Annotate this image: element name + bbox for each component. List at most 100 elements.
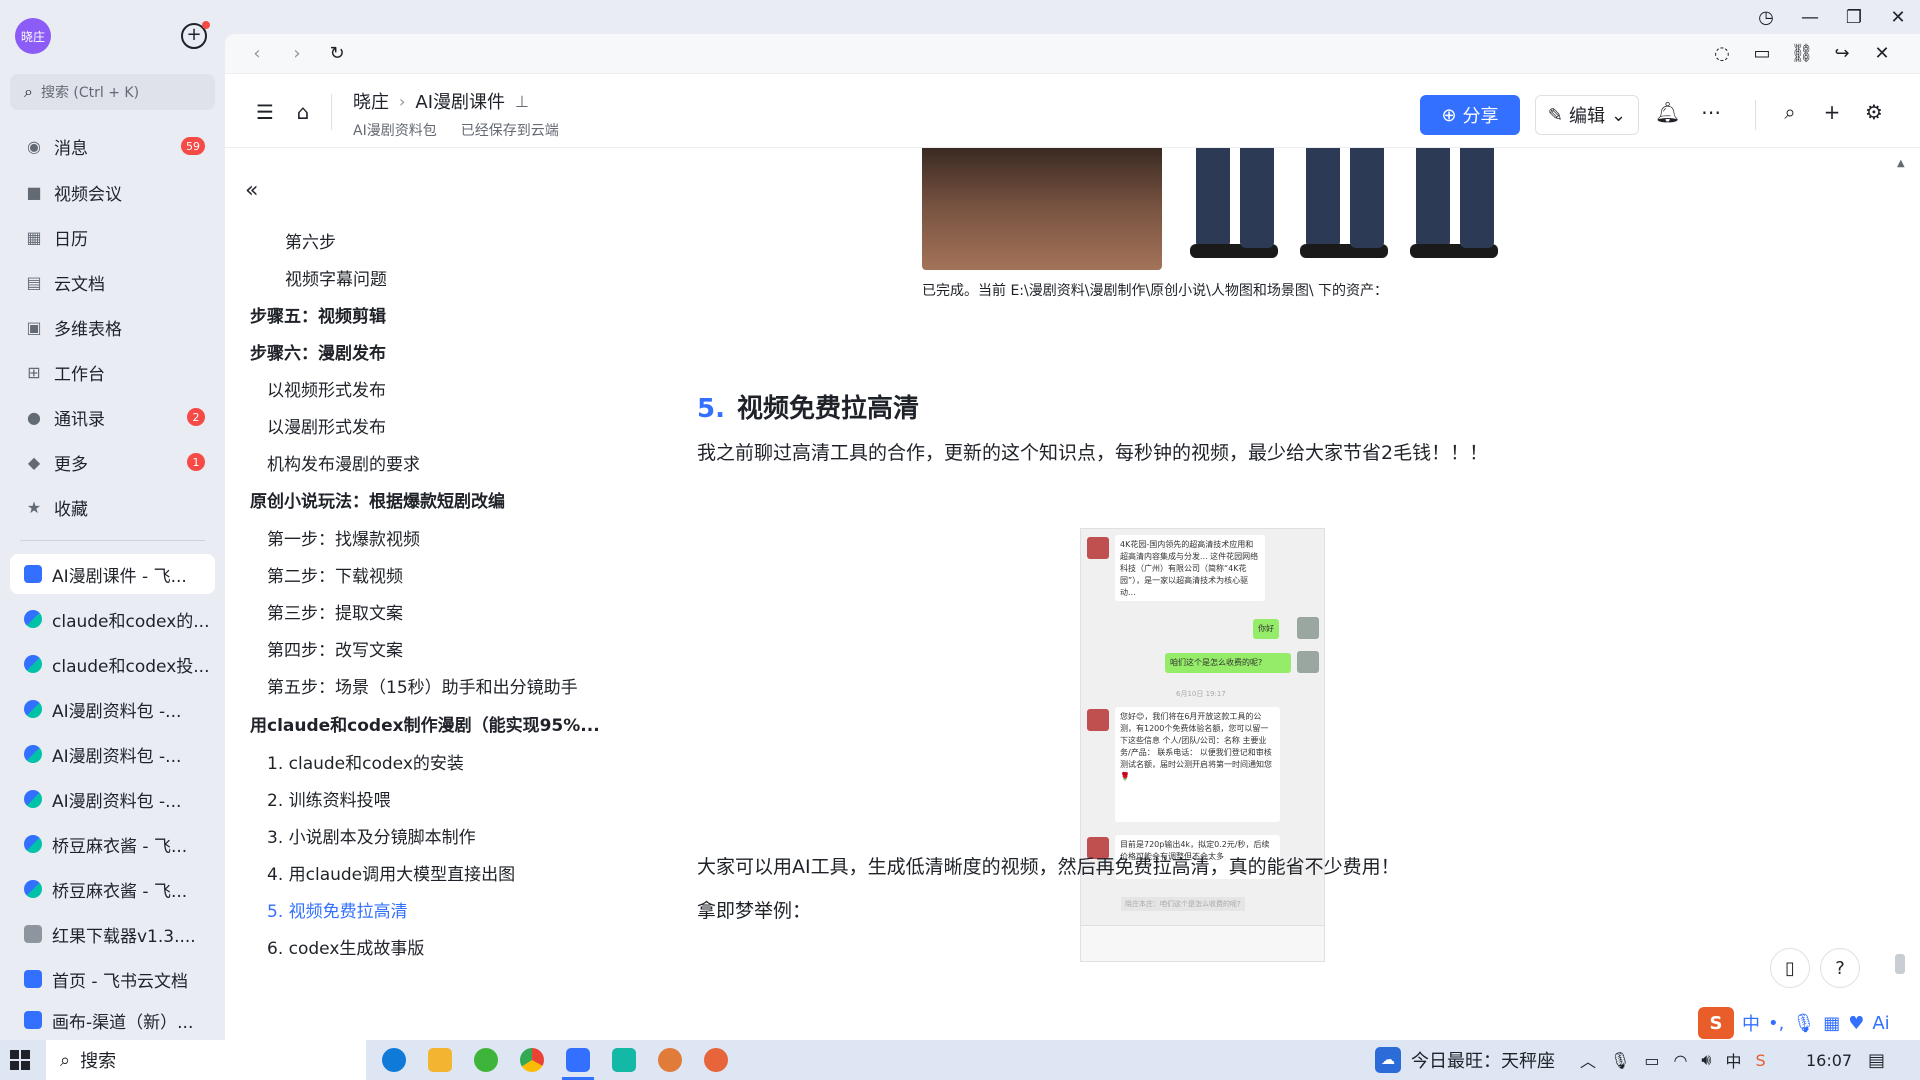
global-search-input[interactable]: ⌕ 搜索 (Ctrl + K) [10, 74, 215, 110]
paragraph[interactable]: 拿即梦举例： [697, 896, 811, 923]
recent-doc-item[interactable]: 首页 - 飞书云文档 [10, 959, 215, 999]
breadcrumb-doc-title[interactable]: AI漫剧课件 [415, 88, 505, 114]
outline-item[interactable]: 视频字幕问题 [285, 265, 387, 290]
input-method-icon[interactable]: 中 [1726, 1048, 1742, 1072]
add-icon[interactable]: + [1820, 100, 1844, 124]
microphone-icon[interactable]: 🎙︎ [1792, 1013, 1815, 1034]
recent-doc-item[interactable]: claude和codex投... [10, 644, 215, 684]
refresh-icon[interactable]: ↻ [325, 42, 349, 66]
recent-doc-item[interactable]: AI漫剧资料包 -... [10, 779, 215, 819]
outline-item[interactable]: 2. 训练资料投喂 [267, 786, 391, 811]
folder-link[interactable]: AI漫剧资料包 [353, 120, 437, 140]
screenshot-image[interactable] [922, 148, 1522, 270]
outline-item[interactable]: 第四步：改写文案 [267, 636, 403, 661]
paragraph[interactable]: 我之前聊过高清工具的合作，更新的这个知识点，每秒钟的视频，最少给大家节省2毛钱！… [697, 438, 1488, 465]
nav-video-meeting[interactable]: ■ 视频会议 [10, 173, 215, 211]
recent-doc-item[interactable]: claude和codex的... [10, 599, 215, 639]
nav-favorites[interactable]: ★ 收藏 [10, 488, 215, 526]
home-icon[interactable]: ⌂ [291, 100, 315, 124]
outline-item[interactable]: 以漫剧形式发布 [267, 413, 386, 438]
recent-doc-item[interactable]: 红果下载器v1.3.... [10, 914, 215, 954]
skin-icon[interactable]: ♥ [1848, 1013, 1864, 1034]
restore-icon[interactable]: ❐ [1832, 0, 1876, 34]
nav-messages[interactable]: ◉ 消息 59 [10, 127, 215, 165]
outline-heading[interactable]: 用claude和codex制作漫剧（能实现95%... [250, 711, 600, 736]
battery-icon[interactable]: ▭ [1644, 1051, 1659, 1070]
bell-icon[interactable]: 🔔︎ [1655, 100, 1680, 124]
nav-more[interactable]: ◆ 更多 1 [10, 443, 215, 481]
edge-browser-icon[interactable] [382, 1048, 406, 1072]
claude-app-icon[interactable] [704, 1048, 728, 1072]
notification-center-icon[interactable]: ▤ [1868, 1050, 1885, 1071]
toggle-outline-icon[interactable]: ☰ [253, 100, 277, 124]
nav-contacts[interactable]: ● 通讯录 2 [10, 398, 215, 436]
ie-browser-icon[interactable] [474, 1048, 498, 1072]
chevron-up-icon[interactable]: ︿ [1580, 1048, 1596, 1072]
ime-language[interactable]: 中 [1742, 1010, 1760, 1036]
outline-heading[interactable]: 步骤五：视频剪辑 [250, 302, 386, 327]
nav-workplace[interactable]: ⊞ 工作台 [10, 353, 215, 391]
back-icon[interactable]: ‹ [245, 42, 269, 66]
nav-calendar[interactable]: ▦ 日历 [10, 218, 215, 256]
close-tab-icon[interactable]: ✕ [1870, 42, 1894, 66]
settings-gear-icon[interactable]: ⚙ [1862, 100, 1886, 124]
edit-mode-button[interactable]: ✎ 编辑 ⌄ [1535, 95, 1639, 135]
search-icon[interactable]: ⌕ [1778, 100, 1802, 124]
scroll-up-arrow-icon[interactable]: ▲ [1897, 158, 1905, 169]
close-icon[interactable]: ✕ [1876, 0, 1920, 34]
taskbar-search[interactable]: ⌕ 搜索 [46, 1040, 366, 1080]
feishu-app-icon[interactable] [562, 1048, 594, 1080]
outline-heading[interactable]: 步骤六：漫剧发布 [250, 339, 386, 364]
recent-doc-item[interactable]: AI漫剧课件 - 飞... [10, 554, 215, 594]
outline-item[interactable]: 6. codex生成故事版 [267, 934, 424, 959]
chat-screenshot-image[interactable]: 4K花园-国内领先的超高清技术应用和超高清内容集成与分发... 这件花园网络科技… [1080, 528, 1325, 962]
forward-icon[interactable]: › [285, 42, 309, 66]
share-button[interactable]: ⊕ 分享 [1420, 95, 1520, 135]
microphone-icon[interactable]: 🎙︎ [1610, 1051, 1630, 1070]
breadcrumb-root[interactable]: 晓庄 [353, 88, 389, 114]
nav-bitable[interactable]: ▣ 多维表格 [10, 308, 215, 346]
outline-item[interactable]: 第六步 [285, 228, 336, 253]
outline-item[interactable]: 以视频形式发布 [267, 376, 386, 401]
app-icon[interactable] [612, 1048, 636, 1072]
file-explorer-icon[interactable] [428, 1048, 452, 1072]
sogou-logo-icon[interactable]: S [1698, 1007, 1734, 1039]
outline-item[interactable]: 1. claude和codex的安装 [267, 749, 464, 774]
window-icon[interactable]: ▭ [1750, 42, 1774, 66]
outline-item[interactable]: 第三步：提取文案 [267, 599, 403, 624]
outline-item[interactable]: 机构发布漫剧的要求 [267, 450, 420, 475]
pin-icon[interactable]: ⊥ [515, 92, 529, 111]
recent-doc-item[interactable]: 画布-渠道（新）... [10, 1002, 215, 1038]
wifi-icon[interactable]: ◠ [1673, 1051, 1687, 1070]
windows-start-icon[interactable] [10, 1050, 30, 1070]
section-heading[interactable]: 5. 视频免费拉高清 [697, 388, 919, 425]
volume-icon[interactable]: 🔊︎ [1701, 1050, 1711, 1070]
outline-item[interactable]: 第二步：下载视频 [267, 562, 403, 587]
minimize-icon[interactable]: — [1788, 0, 1832, 34]
taskbar-widget[interactable]: ☁ 今日最旺：天秤座 [1375, 1040, 1555, 1080]
outline-item-current[interactable]: 5. 视频免费拉高清 [267, 897, 408, 922]
link-icon[interactable]: ⛓ [1790, 42, 1814, 66]
keyboard-icon[interactable]: ▦ [1823, 1013, 1840, 1034]
doc-info-icon[interactable]: ▯ [1770, 948, 1810, 988]
outline-heading[interactable]: 原创小说玩法：根据爆款短剧改编 [250, 487, 505, 512]
clock[interactable]: 16:07 [1806, 1051, 1852, 1070]
recent-doc-item[interactable]: 桥豆麻衣酱 - 飞... [10, 824, 215, 864]
claude-app-icon[interactable] [658, 1048, 682, 1072]
chrome-icon[interactable] [520, 1048, 544, 1072]
forward-share-icon[interactable]: ↪ [1830, 42, 1854, 66]
punctuation-icon[interactable]: •, [1768, 1013, 1784, 1034]
outline-item[interactable]: 4. 用claude调用大模型直接出图 [267, 860, 515, 885]
recent-doc-item[interactable]: AI漫剧资料包 -... [10, 734, 215, 774]
sogou-tray-icon[interactable]: S [1756, 1051, 1766, 1070]
comment-icon[interactable]: ◌ [1710, 42, 1734, 66]
scrollbar[interactable] [1895, 194, 1905, 974]
more-icon[interactable]: ⋯ [1699, 100, 1723, 124]
recent-doc-item[interactable]: AI漫剧资料包 -... [10, 689, 215, 729]
collapse-outline-icon[interactable]: « [245, 178, 258, 203]
ime-ai-label[interactable]: Ai [1872, 1013, 1889, 1034]
outline-item[interactable]: 第五步：场景（15秒）助手和出分镜助手 [267, 673, 578, 698]
recent-doc-item[interactable]: 桥豆麻衣酱 - 飞... [10, 869, 215, 909]
paragraph[interactable]: 大家可以用AI工具，生成低清晰度的视频，然后再免费拉高清，真的能省不少费用！ [697, 852, 1400, 879]
outline-item[interactable]: 3. 小说剧本及分镜脚本制作 [267, 823, 476, 848]
